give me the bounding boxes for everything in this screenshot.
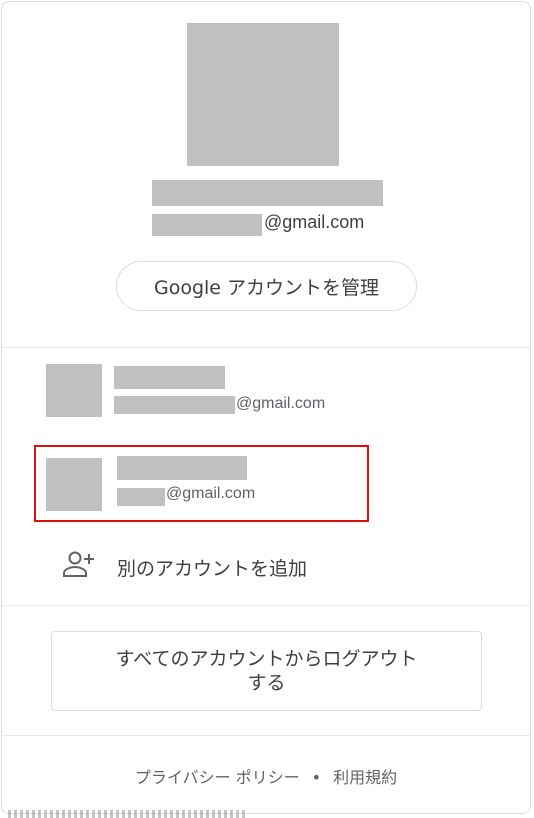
add-account-button[interactable]: 別のアカウントを追加 [2, 540, 530, 592]
profile-email-suffix: @gmail.com [264, 212, 365, 232]
divider [2, 347, 530, 348]
account-name-redacted [114, 366, 225, 389]
divider [2, 605, 530, 606]
account-list-item[interactable]: @gmail.com [2, 356, 530, 428]
background-text-fragment [8, 810, 248, 818]
profile-email-redacted [152, 214, 262, 236]
account-email-suffix: @gmail.com [236, 395, 326, 412]
add-account-label: 別のアカウントを追加 [117, 558, 308, 580]
divider [2, 735, 530, 736]
privacy-policy-link[interactable]: プライバシー ポリシー [135, 768, 300, 787]
terms-link[interactable]: 利用規約 [333, 768, 397, 787]
logout-all-button[interactable]: すべてのアカウントからログアウトする [51, 631, 482, 711]
manage-google-account-button[interactable]: Google アカウントを管理 [116, 261, 417, 311]
footer-separator: • [311, 768, 322, 787]
person-add-icon [63, 551, 94, 577]
account-avatar [46, 364, 102, 417]
profile-name-redacted [152, 180, 383, 206]
selection-highlight [34, 445, 369, 522]
account-email-redacted [114, 396, 235, 414]
footer: プライバシー ポリシー • 利用規約 [0, 764, 532, 788]
profile-avatar[interactable] [187, 23, 339, 166]
